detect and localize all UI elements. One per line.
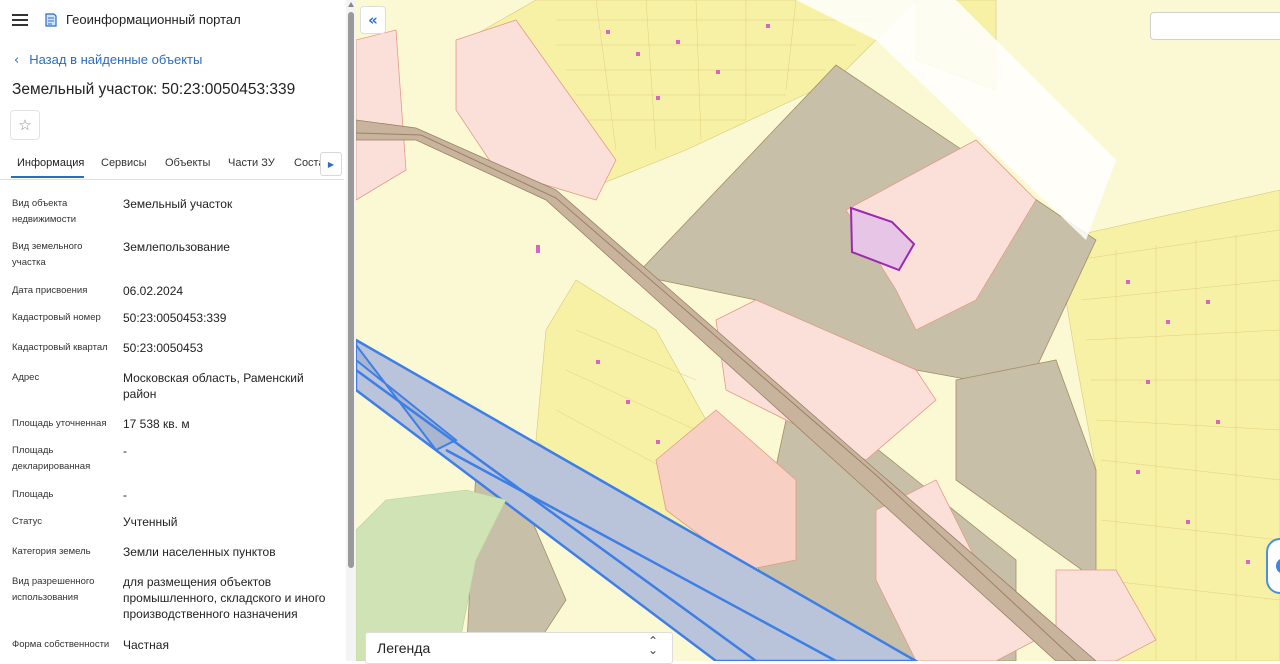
map-book-icon xyxy=(45,13,57,27)
property-value: - xyxy=(123,444,127,458)
property-value: для размещения объектов промышленного, с… xyxy=(123,575,326,621)
tab-information[interactable]: Информация xyxy=(17,157,84,169)
back-to-results-link[interactable]: ‹ Назад в найденные объекты xyxy=(14,52,202,68)
property-value: Земельный участок xyxy=(123,197,233,211)
back-link-label: Назад в найденные объекты xyxy=(29,52,203,67)
property-label: Категория земель xyxy=(12,546,91,557)
map-search-input[interactable] xyxy=(1150,12,1280,40)
tab-objects[interactable]: Объекты xyxy=(165,157,210,169)
tab-services[interactable]: Сервисы xyxy=(101,157,147,169)
property-value: Учтенный xyxy=(123,515,178,529)
tabs-scroll-right-button[interactable]: ▶ xyxy=(320,152,342,176)
property-value: 17 538 кв. м xyxy=(123,417,190,431)
property-value: - xyxy=(123,488,127,502)
property-value: Частная xyxy=(123,638,169,652)
property-label: Площадь декларированная xyxy=(12,445,91,472)
property-label: Адрес xyxy=(12,372,40,383)
info-panel: Геоинформационный портал ‹ Назад в найден… xyxy=(0,0,357,661)
property-label: Вид разрешенного использования xyxy=(12,576,95,603)
tab-parcel-parts[interactable]: Части ЗУ xyxy=(228,157,275,169)
location-icon xyxy=(1276,558,1280,574)
property-value: 50:23:0050453:339 xyxy=(123,311,227,325)
star-icon: ☆ xyxy=(18,116,32,134)
expand-collapse-icon: ⌃ ⌄ xyxy=(648,634,659,657)
chevron-left-icon: ‹ xyxy=(14,53,20,68)
active-tab-indicator xyxy=(11,176,84,178)
property-label: Площадь xyxy=(12,489,54,500)
double-chevron-left-icon: « xyxy=(368,11,378,29)
property-value: Землепользование xyxy=(123,240,230,254)
object-title: Земельный участок: 50:23:0050453:339 xyxy=(12,81,296,98)
property-value: Московская область, Раменский район xyxy=(123,371,304,401)
tab-composition[interactable]: Соста xyxy=(294,157,320,169)
app-title: Геоинформационный портал xyxy=(66,12,241,27)
top-bar: Геоинформационный портал xyxy=(0,0,340,40)
property-value: Земли населенных пунктов xyxy=(123,545,276,559)
property-label: Статус xyxy=(12,516,43,527)
property-label: Форма собственности xyxy=(12,639,110,650)
favorite-star-button[interactable]: ☆ xyxy=(10,110,40,140)
property-label: Вид объекта недвижимости xyxy=(12,198,77,225)
scroll-up-arrow-icon[interactable] xyxy=(348,2,354,7)
legend-dropdown[interactable]: Легенда ⌃ ⌄ xyxy=(365,632,673,664)
panel-scrollbar[interactable] xyxy=(346,0,356,661)
property-label: Дата присвоения xyxy=(12,285,88,296)
tab-composition-clip: Соста xyxy=(292,150,320,179)
cadastral-map[interactable] xyxy=(356,0,1280,661)
caret-right-icon: ▶ xyxy=(327,159,335,169)
property-label: Площадь уточненная xyxy=(12,418,107,429)
locate-button[interactable] xyxy=(1266,538,1280,594)
property-label: Кадастровый квартал xyxy=(12,342,108,353)
hamburger-menu-icon[interactable] xyxy=(12,14,28,26)
property-label: Вид земельного участка xyxy=(12,241,83,268)
property-value: 06.02.2024 xyxy=(123,284,184,298)
property-value: 50:23:0050453 xyxy=(123,341,204,355)
scrollbar-thumb[interactable] xyxy=(348,12,354,568)
collapse-panel-button[interactable]: « xyxy=(360,6,386,34)
property-label: Кадастровый номер xyxy=(12,312,101,323)
tab-bar: Информация Сервисы Объекты Части ЗУ Сост… xyxy=(0,150,344,180)
map-canvas[interactable] xyxy=(356,0,1280,661)
legend-label: Легенда xyxy=(377,640,431,656)
